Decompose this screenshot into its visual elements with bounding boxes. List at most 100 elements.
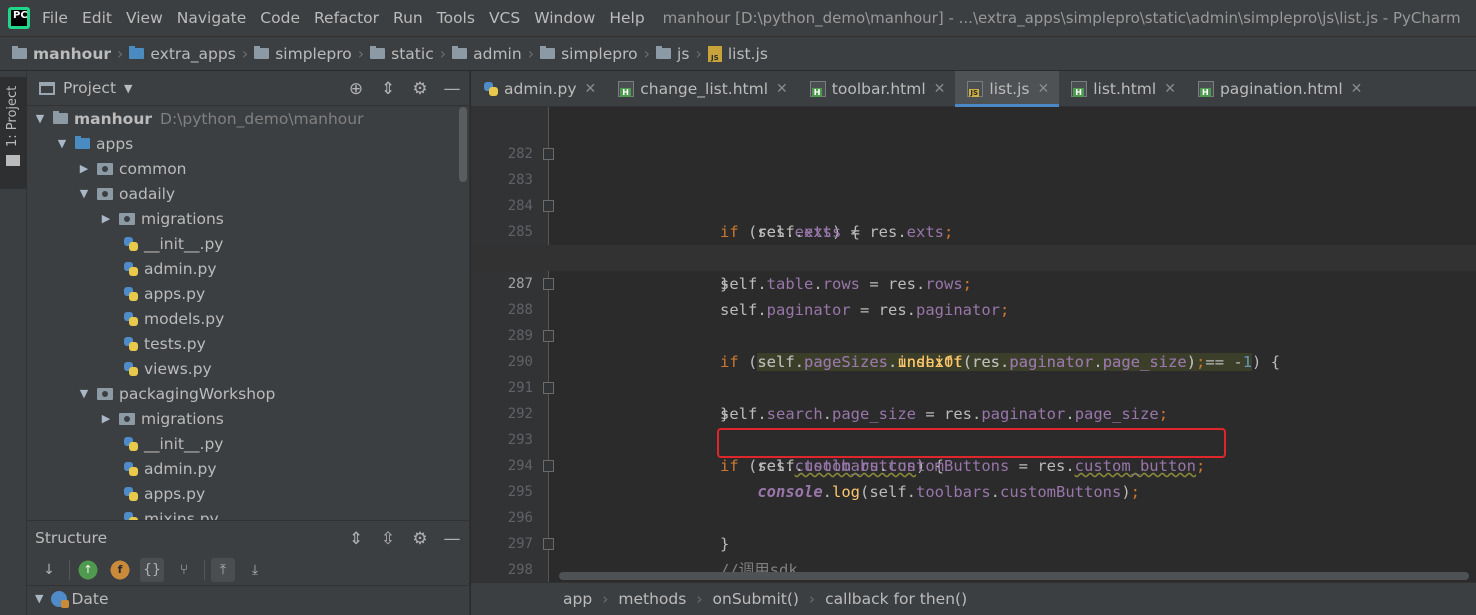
tree-item-common[interactable]: ▶ common xyxy=(27,156,469,181)
close-icon[interactable]: ✕ xyxy=(776,81,788,97)
expand-all-icon[interactable]: ⇕ xyxy=(345,528,367,550)
code-line[interactable]: 293 self.toolbars.customButtons = res.cu… xyxy=(471,401,1476,475)
menu-help[interactable]: Help xyxy=(609,9,644,27)
fold-marker-icon[interactable] xyxy=(543,148,554,160)
code-line[interactable]: 298 if (window.SIMPLEAPI && window.SIMPL… xyxy=(471,531,1476,578)
fold-marker-icon[interactable] xyxy=(543,330,554,342)
autoscroll-to-source-icon[interactable]: ⤒ xyxy=(211,557,235,582)
close-icon[interactable]: ✕ xyxy=(934,81,946,97)
tree-item-packaging-workshop[interactable]: ▼ packagingWorkshop xyxy=(27,381,469,406)
tree-item-apps[interactable]: ▼ apps xyxy=(27,131,469,156)
expand-arrow-icon[interactable]: ▼ xyxy=(77,387,91,400)
crumb-methods[interactable]: methods xyxy=(618,590,686,608)
code-line[interactable]: 282 xyxy=(471,115,1476,162)
fold-marker-icon[interactable] xyxy=(543,460,554,472)
fold-marker-icon[interactable] xyxy=(543,382,554,394)
tree-item-apps-py-2[interactable]: apps.py xyxy=(27,481,469,506)
code-line[interactable]: 283 if (res.exts) { xyxy=(471,141,1476,241)
show-inherited-icon[interactable]: ↑ xyxy=(76,557,100,582)
menu-tools[interactable]: Tools xyxy=(437,9,475,27)
expand-arrow-icon[interactable]: ▼ xyxy=(33,112,47,125)
tree-item-migrations-2[interactable]: ▶ migrations xyxy=(27,406,469,431)
crumb-app[interactable]: app xyxy=(563,590,592,608)
tab-list-js[interactable]: list.js ✕ xyxy=(955,71,1060,107)
fold-marker-icon[interactable] xyxy=(543,278,554,290)
code-line[interactable]: 290 } xyxy=(471,323,1476,423)
collapse-all-icon[interactable]: ⇳ xyxy=(377,528,399,550)
code-line-current[interactable]: 287 self.paginator = res.paginator; xyxy=(471,245,1476,319)
tree-item-admin-py-2[interactable]: admin.py xyxy=(27,456,469,481)
tab-toolbar-html[interactable]: toolbar.html ✕ xyxy=(798,71,956,107)
collapse-all-icon[interactable]: ⇕ xyxy=(377,78,399,100)
autoscroll-from-source-icon[interactable]: ⤓ xyxy=(243,558,267,582)
code-line[interactable]: 292 if (res.custom_button) { xyxy=(471,375,1476,475)
expand-arrow-icon[interactable]: ▼ xyxy=(77,187,91,200)
expand-arrow-icon[interactable]: ▼ xyxy=(55,137,69,150)
code-line[interactable]: 291 self.search.page_size = res.paginato… xyxy=(471,349,1476,423)
collapse-arrow-icon[interactable]: ▶ xyxy=(99,212,113,225)
code-line[interactable]: 286 self.table.rows = res.rows; xyxy=(471,219,1476,293)
crumb-on-submit[interactable]: onSubmit() xyxy=(713,590,799,608)
editor-horizontal-scrollbar[interactable] xyxy=(559,572,1469,580)
project-view-selector[interactable]: Project xyxy=(63,79,116,97)
nav-crumb-simplepro-2[interactable]: simplepro xyxy=(540,45,638,63)
nav-crumb-simplepro[interactable]: simplepro xyxy=(254,45,352,63)
menu-vcs[interactable]: VCS xyxy=(489,9,520,27)
gear-icon[interactable]: ⚙ xyxy=(409,78,431,100)
tree-item-apps-py[interactable]: apps.py xyxy=(27,281,469,306)
tab-change-list-html[interactable]: change_list.html ✕ xyxy=(606,71,798,107)
hide-icon[interactable]: — xyxy=(441,528,463,550)
locate-target-icon[interactable]: ⊕ xyxy=(345,78,367,100)
tree-item-mixins-py[interactable]: mixins.py xyxy=(27,506,469,520)
tree-item-models-py[interactable]: models.py xyxy=(27,306,469,331)
nav-crumb-list-js[interactable]: JS list.js xyxy=(707,45,768,63)
tab-admin-py[interactable]: admin.py ✕ xyxy=(471,71,606,107)
gear-icon[interactable]: ⚙ xyxy=(409,528,431,550)
menu-window[interactable]: Window xyxy=(534,9,595,27)
fold-marker-icon[interactable] xyxy=(543,538,554,550)
nav-crumb-js[interactable]: js xyxy=(656,45,689,63)
tree-item-tests-py[interactable]: tests.py xyxy=(27,331,469,356)
tree-item-admin-py[interactable]: admin.py xyxy=(27,256,469,281)
code-line[interactable]: 288 if (self.pageSizes.indexOf(res.pagin… xyxy=(471,271,1476,371)
show-hierarchy-icon[interactable]: ⑂ xyxy=(172,558,196,582)
tree-item-migrations[interactable]: ▶ migrations xyxy=(27,206,469,231)
crumb-callback[interactable]: callback for then() xyxy=(825,590,967,608)
menu-code[interactable]: Code xyxy=(260,9,300,27)
tree-item-init-py-2[interactable]: __init__.py xyxy=(27,431,469,456)
nav-crumb-manhour[interactable]: manhour xyxy=(12,45,111,63)
collapse-arrow-icon[interactable]: ▶ xyxy=(99,412,113,425)
project-tree-scrollbar[interactable] xyxy=(459,107,467,182)
sort-alphabetically-icon[interactable]: ↓ xyxy=(37,558,61,582)
tree-item-init-py[interactable]: __init__.py xyxy=(27,231,469,256)
close-icon[interactable]: ✕ xyxy=(1351,81,1363,97)
menu-run[interactable]: Run xyxy=(393,9,423,27)
code-line[interactable]: 285 } xyxy=(471,193,1476,293)
tree-item-manhour[interactable]: ▼ manhour D:\python_demo\manhour xyxy=(27,106,469,131)
menu-refactor[interactable]: Refactor xyxy=(314,9,379,27)
code-line[interactable]: 297 //调用sdk xyxy=(471,505,1476,579)
tab-pagination-html[interactable]: pagination.html ✕ xyxy=(1186,71,1372,107)
tab-list-html[interactable]: list.html ✕ xyxy=(1059,71,1186,107)
menu-edit[interactable]: Edit xyxy=(82,9,112,27)
project-tool-tab[interactable]: 1: Project xyxy=(0,77,27,189)
expand-arrow-icon[interactable]: ▼ xyxy=(35,592,43,605)
fold-marker-icon[interactable] xyxy=(543,200,554,212)
nav-crumb-extra-apps[interactable]: extra_apps xyxy=(129,45,236,63)
collapse-arrow-icon[interactable]: ▶ xyxy=(77,162,91,175)
code-line[interactable]: 296 xyxy=(471,479,1476,526)
tree-item-views-py[interactable]: views.py xyxy=(27,356,469,381)
close-icon[interactable]: ✕ xyxy=(1164,81,1176,97)
menu-view[interactable]: View xyxy=(126,9,163,27)
structure-item-date[interactable]: ▼ Date xyxy=(27,586,469,611)
code-line[interactable]: 289 self.pageSizes.unshift(res.paginator… xyxy=(471,297,1476,371)
nav-crumb-admin[interactable]: admin xyxy=(452,45,522,63)
show-braces-icon[interactable]: {} xyxy=(140,557,164,582)
nav-crumb-static[interactable]: static xyxy=(370,45,434,63)
hide-icon[interactable]: — xyxy=(441,78,463,100)
menu-file[interactable]: File xyxy=(42,9,68,27)
code-editor[interactable]: 282 283 if (res.exts) { 284 self.exts = … xyxy=(471,107,1476,582)
chevron-down-icon[interactable]: ▼ xyxy=(124,82,132,95)
code-line[interactable]: 284 self.exts = res.exts; xyxy=(471,167,1476,241)
close-icon[interactable]: ✕ xyxy=(1037,81,1049,97)
